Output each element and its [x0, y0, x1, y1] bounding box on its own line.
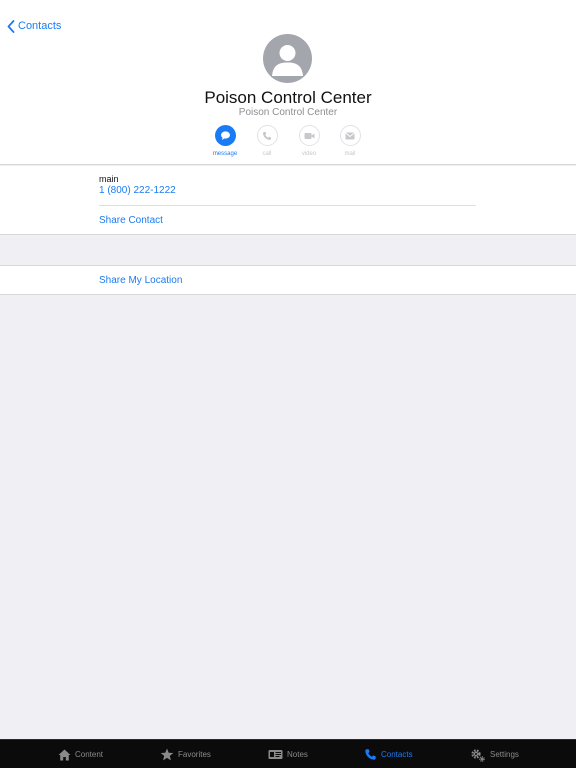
mail-action-button[interactable]: mail: [330, 125, 370, 157]
phone-type-label: main: [99, 174, 119, 184]
message-icon: [214, 125, 236, 146]
video-action-label: video: [301, 151, 317, 157]
contact-header: Contacts Poison Control Center Poison Co…: [0, 0, 576, 165]
tab-notes[interactable]: Notes: [268, 740, 308, 768]
call-action-button[interactable]: call: [247, 125, 287, 157]
star-icon: [160, 748, 174, 761]
call-action-label: call: [262, 151, 272, 157]
contact-subtitle: Poison Control Center: [238, 107, 338, 118]
message-action-label: message: [212, 151, 238, 157]
tab-favorites[interactable]: Favorites: [160, 740, 211, 768]
back-button[interactable]: Contacts: [7, 18, 61, 34]
share-my-location-button[interactable]: Share My Location: [99, 275, 182, 286]
tab-notes-label: Notes: [287, 750, 308, 759]
tab-content[interactable]: Content: [58, 740, 103, 768]
chevron-left-icon: [7, 19, 18, 33]
tab-favorites-label: Favorites: [178, 750, 211, 759]
avatar: [263, 34, 312, 83]
mail-action-label: mail: [344, 151, 356, 157]
location-section: Share My Location: [0, 265, 576, 295]
person-icon: [272, 45, 303, 76]
video-action-button[interactable]: video: [289, 125, 329, 157]
tab-bar: Content Favorites Notes Contacts Setting…: [0, 739, 576, 768]
phone-number-link[interactable]: 1 (800) 222-1222: [99, 185, 176, 196]
contact-info-section: main 1 (800) 222-1222 Share Contact: [0, 166, 576, 235]
tab-content-label: Content: [75, 750, 104, 759]
phone-icon: [364, 748, 377, 761]
contact-actions: message call video mail: [0, 125, 576, 159]
gear-icon: [470, 748, 486, 762]
message-action-button[interactable]: message: [205, 125, 245, 157]
tab-contacts[interactable]: Contacts: [364, 740, 413, 768]
mail-icon: [339, 125, 361, 146]
video-icon: [298, 125, 320, 146]
contact-name: Poison Control Center: [204, 88, 372, 107]
phone-icon: [256, 125, 278, 146]
tab-contacts-label: Contacts: [381, 750, 413, 759]
divider: [99, 205, 476, 206]
back-button-label: Contacts: [18, 20, 62, 32]
tab-settings-label: Settings: [490, 750, 519, 759]
contact-detail-screen: Contacts Poison Control Center Poison Co…: [0, 0, 576, 768]
home-icon: [58, 749, 71, 761]
notes-icon: [268, 749, 283, 760]
share-contact-button[interactable]: Share Contact: [99, 215, 163, 226]
tab-settings[interactable]: Settings: [470, 740, 519, 768]
